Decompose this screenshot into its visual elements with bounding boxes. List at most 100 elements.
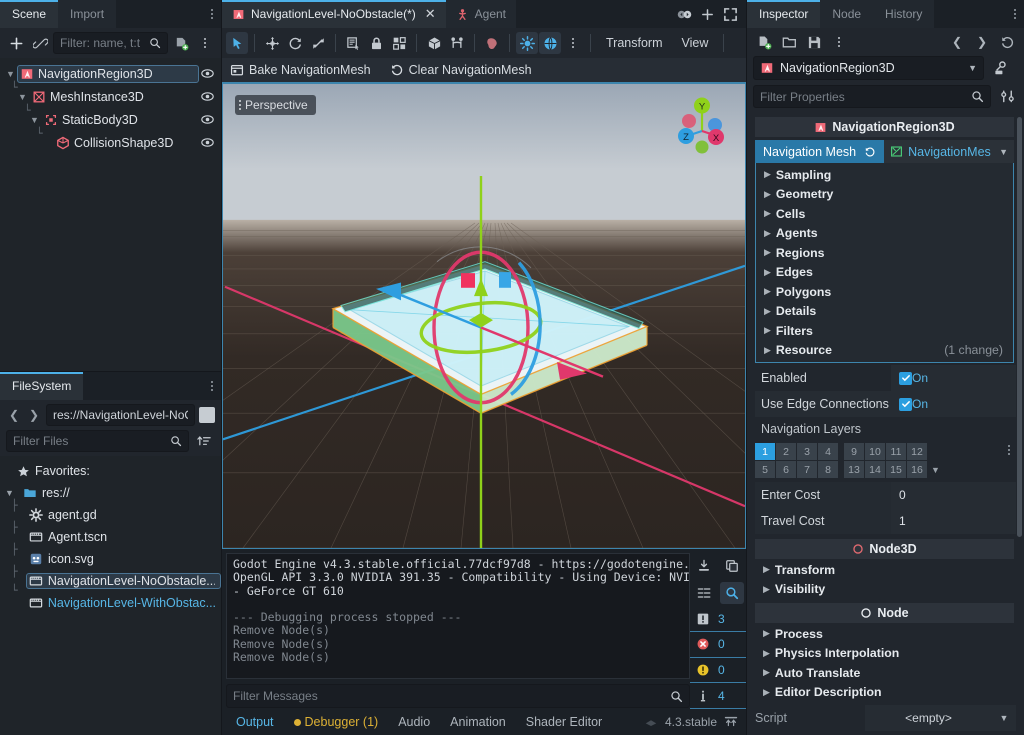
axis-gizmo[interactable]: Y Z X xyxy=(665,90,739,164)
filesystem-tree[interactable]: Favorites: ▼ res:// ├ agent.gd ├ Agent.t… xyxy=(0,456,221,735)
view-menu[interactable]: View xyxy=(673,32,718,54)
navigation-layers-menu-button[interactable] xyxy=(1008,443,1016,457)
scene-tree-row-staticbody3d[interactable]: └ ▼ StaticBody3D xyxy=(0,104,221,131)
copy-output-button[interactable] xyxy=(720,555,744,577)
layer-cell-8[interactable]: 8 xyxy=(818,461,838,478)
section-sampling[interactable]: ▶ Sampling xyxy=(756,165,1013,185)
lock-selection-button[interactable] xyxy=(365,32,387,54)
perspective-menu-button[interactable]: Perspective xyxy=(235,95,316,115)
prev-scene-icon[interactable] xyxy=(677,7,692,22)
chevron-down-icon[interactable]: ▼ xyxy=(968,63,977,73)
layer-cell-6[interactable]: 6 xyxy=(776,461,796,478)
section-process[interactable]: ▶ Process xyxy=(755,624,1016,644)
info-counter[interactable]: 4 xyxy=(690,683,746,709)
tab-history[interactable]: History xyxy=(873,0,935,28)
tab-import[interactable]: Import xyxy=(58,0,117,28)
filesystem-row-agent-gd[interactable]: ├ agent.gd xyxy=(0,499,221,526)
inspector-properties[interactable]: NavigationRegion3D Navigation Mesh Navig… xyxy=(747,113,1024,735)
property-value[interactable]: On xyxy=(891,365,1016,391)
instance-scene-button[interactable] xyxy=(29,32,51,54)
resource-extra-menu-button[interactable] xyxy=(828,31,850,53)
expand-caret-icon[interactable]: ▼ xyxy=(4,488,15,498)
history-back-button[interactable]: ❮ xyxy=(946,31,968,53)
filesystem-row-icon-svg[interactable]: ├ icon.svg xyxy=(0,543,221,570)
clear-navigationmesh-button[interactable]: Clear NavigationMesh xyxy=(382,58,540,82)
use-edge-connections-checkbox[interactable] xyxy=(899,397,912,411)
layer-cell-1[interactable]: 1 xyxy=(755,443,775,460)
filesystem-row-agent-tscn[interactable]: ├ Agent.tscn xyxy=(0,521,221,548)
visibility-toggle-icon[interactable] xyxy=(199,90,215,103)
enabled-checkbox[interactable] xyxy=(899,371,912,385)
open-docs-button[interactable] xyxy=(990,57,1012,79)
enter-cost-input[interactable]: 0 xyxy=(891,482,1016,508)
section-agents[interactable]: ▶ Agents xyxy=(756,223,1013,243)
section-auto-translate[interactable]: ▶ Auto Translate xyxy=(755,663,1016,683)
select-mode-button[interactable] xyxy=(226,32,248,54)
load-resource-button[interactable] xyxy=(778,31,800,53)
nav-back-button[interactable]: ❮ xyxy=(6,408,22,422)
navigation-mesh-value[interactable]: NavigationMes ▼ xyxy=(884,140,1014,163)
rotate-mode-button[interactable] xyxy=(284,32,306,54)
section-edges[interactable]: ▶ Edges xyxy=(756,262,1013,282)
section-editor-description[interactable]: ▶ Editor Description xyxy=(755,683,1016,703)
visibility-toggle-icon[interactable] xyxy=(199,113,215,126)
filesystem-dock-menu-button[interactable] xyxy=(203,372,221,400)
nav-forward-button[interactable]: ❯ xyxy=(26,408,42,422)
visibility-toggle-icon[interactable] xyxy=(199,136,215,149)
bottom-tab-shader-editor[interactable]: Shader Editor xyxy=(516,709,612,735)
filesystem-row-favorites[interactable]: Favorites: xyxy=(0,460,221,482)
expand-caret-icon[interactable]: ▼ xyxy=(4,69,17,79)
section-resource[interactable]: ▶ Resource (1 change) xyxy=(756,340,1013,360)
layer-cell-11[interactable]: 11 xyxy=(886,443,906,460)
scene-tree-row-collisionshape3d[interactable]: └ CollisionShape3D xyxy=(0,127,221,154)
toggle-split-mode-button[interactable] xyxy=(199,407,215,423)
ruler-mode-button[interactable] xyxy=(481,32,503,54)
section-transform[interactable]: ▶ Transform xyxy=(755,560,1016,580)
section-details[interactable]: ▶ Details xyxy=(756,301,1013,321)
error-counter[interactable]: 0 xyxy=(690,632,746,658)
layers-expand-icon[interactable]: ▼ xyxy=(928,465,940,475)
scene-tab-navigationlevel-noobstacle[interactable]: NavigationLevel-NoObstacle(*) ✕ xyxy=(222,0,446,28)
section-visibility[interactable]: ▶ Visibility xyxy=(755,580,1016,600)
bottom-tab-audio[interactable]: Audio xyxy=(388,709,440,735)
warning-counter[interactable]: 0 xyxy=(690,658,746,684)
layer-cell-2[interactable]: 2 xyxy=(776,443,796,460)
bottom-tab-output[interactable]: Output xyxy=(226,709,284,735)
add-scene-icon[interactable] xyxy=(700,7,715,22)
tab-scene[interactable]: Scene xyxy=(0,0,59,28)
output-filter-input[interactable]: Filter Messages xyxy=(226,684,690,708)
transform-menu[interactable]: Transform xyxy=(597,32,672,54)
sort-files-button[interactable] xyxy=(193,430,215,452)
layer-cell-10[interactable]: 10 xyxy=(865,443,885,460)
filesystem-row-root[interactable]: ▼ res:// xyxy=(0,482,221,504)
distraction-free-icon[interactable] xyxy=(723,7,738,22)
layer-cell-3[interactable]: 3 xyxy=(797,443,817,460)
inspector-scrollbar[interactable] xyxy=(1017,117,1022,537)
inspector-filter-input[interactable]: Filter Properties xyxy=(753,85,991,108)
scene-tree-row-meshinstance3d[interactable]: └ ▼ MeshInstance3D xyxy=(0,81,221,108)
section-regions[interactable]: ▶ Regions xyxy=(756,243,1013,263)
bake-navigationmesh-button[interactable]: Bake NavigationMesh xyxy=(222,58,379,82)
new-resource-button[interactable] xyxy=(753,31,775,53)
move-mode-button[interactable] xyxy=(261,32,283,54)
layer-cell-14[interactable]: 14 xyxy=(865,461,885,478)
layer-cell-16[interactable]: 16 xyxy=(907,461,927,478)
section-physics-interpolation[interactable]: ▶ Physics Interpolation xyxy=(755,644,1016,664)
property-value[interactable]: On xyxy=(891,391,1016,417)
scene-tree-row-navigationregion3d[interactable]: ▼ NavigationRegion3D xyxy=(0,62,221,85)
filesystem-filter-input[interactable]: Filter Files xyxy=(6,430,189,452)
save-resource-button[interactable] xyxy=(803,31,825,53)
tab-inspector[interactable]: Inspector xyxy=(747,0,821,28)
script-value[interactable]: <empty> xyxy=(865,705,992,731)
travel-cost-input[interactable]: 1 xyxy=(891,508,1016,534)
section-filters[interactable]: ▶ Filters xyxy=(756,321,1013,341)
layer-cell-7[interactable]: 7 xyxy=(797,461,817,478)
scene-filter-input[interactable]: Filter: name, t:t xyxy=(53,32,168,54)
scene-tab-agent[interactable]: Agent xyxy=(445,0,517,28)
viewport-options-button[interactable] xyxy=(562,32,584,54)
tab-node[interactable]: Node xyxy=(820,0,874,28)
output-log[interactable]: Godot Engine v4.3.stable.official.77dcf9… xyxy=(226,553,690,679)
section-polygons[interactable]: ▶ Polygons xyxy=(756,282,1013,302)
bottom-tab-debugger[interactable]: Debugger (1) xyxy=(284,709,389,735)
layer-cell-5[interactable]: 5 xyxy=(755,461,775,478)
